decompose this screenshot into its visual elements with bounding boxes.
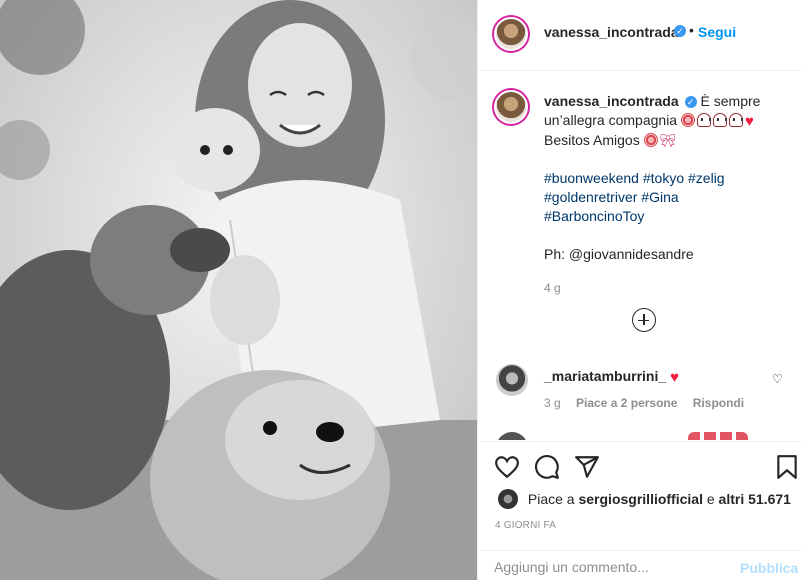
post-actions: Piace a sergiosgrilliofficial e altri 51… — [478, 441, 802, 549]
liker-username[interactable]: sergiosgrilliofficial — [578, 491, 702, 507]
caption-text: vanessa_incontrada ✓ È sempre un’allegra … — [544, 92, 796, 298]
share-icon[interactable] — [574, 454, 600, 480]
hashtag-link[interactable]: #Gina — [641, 189, 678, 205]
next-comment-partial — [478, 428, 802, 440]
ghost-emoji-icon — [728, 113, 743, 127]
post-date[interactable]: 4 GIORNI FA — [495, 520, 556, 531]
hashtag-link[interactable]: #BarboncinoToy — [544, 208, 644, 224]
liker-avatar[interactable] — [498, 489, 518, 509]
plus-circle-icon[interactable] — [632, 308, 656, 332]
ghost-emoji-icon — [712, 113, 727, 127]
author-username[interactable]: vanessa_incontrada — [544, 24, 679, 40]
pink-ball-emoji-icon — [680, 113, 695, 127]
post-photo-image — [0, 0, 477, 580]
likes-prefix: Piace a — [527, 491, 575, 507]
comment-like-heart-icon[interactable]: ♡ — [772, 372, 783, 386]
post-side-panel: vanessa_incontrada ✓ • Segui vanessa_inc… — [477, 0, 802, 580]
verified-badge-icon: ✓ — [684, 96, 697, 108]
post-photo[interactable] — [0, 0, 477, 580]
likes-mid: e — [706, 491, 715, 507]
comment-body: _mariatamburrini_ ♥ — [544, 368, 679, 386]
reply-button[interactable]: Rispondi — [693, 396, 744, 410]
separator-dot: • — [689, 22, 694, 38]
hashtag-link[interactable]: #goldenretriver — [544, 189, 637, 205]
hashtag-link[interactable]: #zelig — [688, 170, 725, 186]
comment-likes[interactable]: Piace a 2 persone — [576, 396, 677, 410]
ghost-emoji-icon — [696, 113, 711, 127]
comment-meta: 3 g Piace a 2 persone Rispondi — [544, 396, 756, 410]
caption-time[interactable]: 4 g — [544, 281, 561, 295]
follow-button[interactable]: Segui — [698, 24, 736, 40]
hashtag-link[interactable]: #tokyo — [643, 170, 684, 186]
likes-others[interactable]: altri 51.671 — [719, 491, 791, 507]
comment-icon[interactable] — [534, 454, 560, 480]
bookmark-icon[interactable] — [774, 454, 800, 480]
commenter-username[interactable]: _mariatamburrini_ — [544, 368, 666, 384]
emoji-row-partial — [688, 432, 748, 440]
heart-icon[interactable] — [494, 454, 520, 480]
commenter-avatar[interactable] — [496, 364, 528, 396]
comment-time[interactable]: 3 g — [544, 396, 561, 410]
caption-avatar[interactable] — [492, 88, 530, 126]
commenter-avatar[interactable] — [496, 432, 528, 440]
heart-emoji-icon: ♥ — [744, 113, 754, 130]
pink-ball-emoji-icon — [643, 133, 658, 147]
publish-button[interactable]: Pubblica — [740, 560, 798, 576]
caption-line-2: Besitos Amigos — [544, 132, 640, 148]
verified-badge-icon: ✓ — [674, 25, 686, 37]
caption-username[interactable]: vanessa_incontrada — [544, 93, 679, 109]
heart-emoji-icon: ♥ — [670, 369, 679, 386]
photo-credit: Ph: @giovannidesandre — [544, 246, 694, 262]
bow-emoji-icon: 🎀︎ — [659, 133, 677, 148]
add-comment-bar: Pubblica — [478, 550, 802, 580]
likes-summary: Piace a sergiosgrilliofficial e altri 51… — [498, 489, 791, 509]
hashtag-link[interactable]: #buonweekend — [544, 170, 639, 186]
comment-input[interactable] — [494, 559, 714, 575]
post-header: vanessa_incontrada ✓ • Segui — [478, 0, 802, 71]
author-avatar[interactable] — [492, 15, 530, 53]
